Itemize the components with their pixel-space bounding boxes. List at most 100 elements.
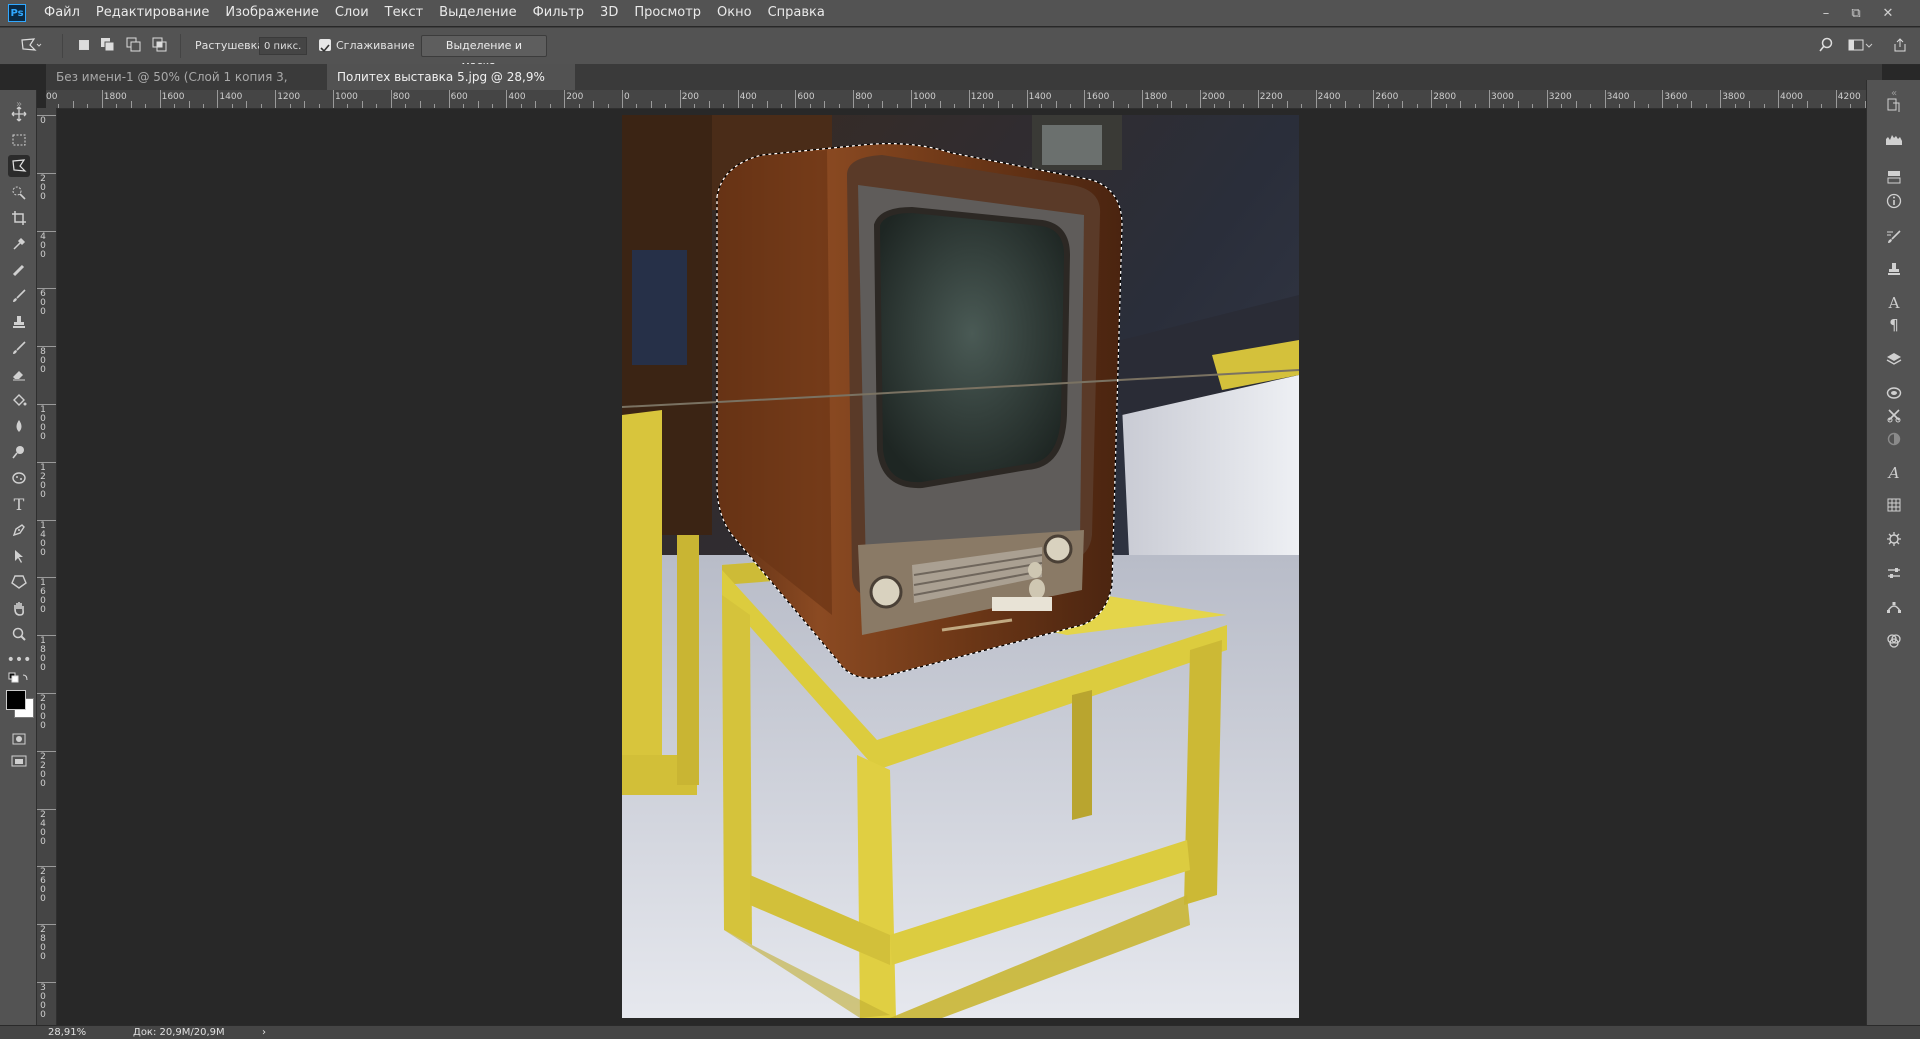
search-icon[interactable] bbox=[1818, 37, 1834, 53]
ruler-label: 600 bbox=[450, 92, 468, 102]
status-menu-arrow[interactable]: › bbox=[262, 1026, 266, 1039]
quick-selection-tool-icon[interactable] bbox=[8, 181, 30, 203]
color-panel-icon[interactable] bbox=[1883, 630, 1905, 652]
crop-tool-icon[interactable] bbox=[8, 207, 30, 229]
foreground-color-swatch[interactable] bbox=[6, 690, 26, 710]
tool-presets-icon[interactable] bbox=[1883, 404, 1905, 426]
ruler-minor-tick bbox=[318, 104, 320, 108]
eraser-tool-icon[interactable] bbox=[8, 363, 30, 385]
zoom-tool-icon[interactable] bbox=[8, 623, 30, 645]
ruler-label: 1400 bbox=[1028, 92, 1052, 102]
table-panel-icon[interactable] bbox=[1883, 494, 1905, 516]
sponge-tool-icon[interactable] bbox=[8, 467, 30, 489]
subtract-from-selection-icon[interactable] bbox=[126, 37, 142, 53]
ruler-tick bbox=[101, 90, 103, 108]
blur-tool-icon[interactable] bbox=[8, 415, 30, 437]
intersect-selection-icon[interactable] bbox=[152, 37, 168, 53]
ruler-minor-tick bbox=[1330, 104, 1332, 108]
right-panel-dock: « A ¶ A bbox=[1866, 80, 1920, 1025]
menu-view[interactable]: Просмотр bbox=[626, 0, 709, 26]
menu-select[interactable]: Выделение bbox=[431, 0, 524, 26]
ruler-horizontal[interactable]: 00 1800 1600 1400 1200 1000 800 600 400 200 0 200 40… bbox=[46, 90, 1882, 109]
ruler-minor-tick bbox=[188, 101, 190, 108]
ruler-minor-tick bbox=[376, 104, 378, 108]
shape-tool-icon[interactable] bbox=[8, 571, 30, 593]
clone-source-icon[interactable] bbox=[1883, 258, 1905, 280]
ruler-vertical[interactable]: 0 200 400 600 800 1000 1200 1400 1600 1800 2000 220… bbox=[36, 108, 57, 1025]
ruler-minor-tick bbox=[1763, 104, 1765, 108]
menu-layers[interactable]: Слои bbox=[327, 0, 377, 26]
ruler-tick bbox=[564, 90, 566, 108]
dodge-tool-icon[interactable] bbox=[8, 441, 30, 463]
ruler-label: 2200 bbox=[40, 751, 46, 789]
add-to-selection-icon[interactable] bbox=[100, 37, 116, 53]
menu-filter[interactable]: Фильтр bbox=[525, 0, 592, 26]
ruler-tick bbox=[36, 982, 56, 983]
restore-button[interactable]: ⧉ bbox=[1842, 0, 1870, 26]
photoshop-logo[interactable]: Ps bbox=[8, 4, 26, 22]
menu-bar: Ps Файл Редактирование Изображение Слои … bbox=[0, 0, 1920, 26]
tab-untitled[interactable]: Без имени-1 @ 50% (Слой 1 копия 3, RGB/8… bbox=[46, 64, 326, 110]
paint-bucket-tool-icon[interactable] bbox=[8, 389, 30, 411]
menu-window[interactable]: Окно bbox=[709, 0, 760, 26]
menu-help[interactable]: Справка bbox=[760, 0, 833, 26]
minimize-button[interactable]: – bbox=[1812, 0, 1840, 26]
zoom-level[interactable]: 28,91% bbox=[48, 1026, 86, 1039]
libraries-panel-icon[interactable] bbox=[1883, 382, 1905, 404]
brush-settings-icon[interactable] bbox=[1883, 226, 1905, 248]
ruler-minor-tick bbox=[1402, 101, 1404, 108]
history-panel-icon[interactable] bbox=[1883, 94, 1905, 116]
lasso-tool-icon[interactable] bbox=[8, 155, 30, 177]
select-and-mask-button[interactable]: Выделение и маска... bbox=[421, 35, 547, 72]
brush-tool-icon[interactable] bbox=[8, 285, 30, 307]
character-panel-icon[interactable]: A bbox=[1883, 292, 1905, 314]
clone-stamp-tool-icon[interactable] bbox=[8, 311, 30, 333]
glyphs-panel-icon[interactable]: A bbox=[1883, 462, 1905, 484]
layers-panel-icon[interactable] bbox=[1883, 348, 1905, 370]
ruler-tick bbox=[1026, 90, 1028, 108]
new-selection-icon[interactable] bbox=[76, 37, 92, 53]
screen-mode-icon[interactable] bbox=[8, 750, 30, 772]
pen-tool-icon[interactable] bbox=[8, 519, 30, 541]
ruler-label: 1000 bbox=[913, 92, 936, 102]
menu-file[interactable]: Файл bbox=[36, 0, 88, 26]
hand-tool-icon[interactable] bbox=[8, 597, 30, 619]
eyedropper-tool-icon[interactable] bbox=[8, 233, 30, 255]
ruler-tick bbox=[968, 90, 970, 108]
history-brush-tool-icon[interactable] bbox=[8, 337, 30, 359]
share-icon[interactable] bbox=[1892, 37, 1908, 53]
ruler-label: 4200 bbox=[1837, 92, 1861, 102]
menu-edit[interactable]: Редактирование bbox=[88, 0, 217, 26]
type-tool-icon[interactable]: T bbox=[8, 493, 30, 515]
histogram-panel-icon[interactable] bbox=[1883, 128, 1905, 150]
ruler-minor-tick bbox=[1460, 101, 1462, 108]
document-canvas[interactable] bbox=[622, 115, 1299, 1018]
paragraph-panel-icon[interactable]: ¶ bbox=[1883, 314, 1905, 336]
healing-brush-tool-icon[interactable] bbox=[8, 259, 30, 281]
feather-input[interactable]: 0 пикс. bbox=[259, 37, 307, 55]
ruler-tick bbox=[1084, 90, 1086, 108]
antialias-checkbox[interactable] bbox=[319, 39, 331, 53]
feather-label: Растушевка: bbox=[195, 39, 268, 52]
menu-type[interactable]: Текст bbox=[377, 0, 432, 26]
info-panel-icon[interactable] bbox=[1883, 190, 1905, 212]
polygonal-lasso-icon[interactable] bbox=[20, 37, 42, 53]
more-tools-icon[interactable]: ••• bbox=[7, 649, 32, 671]
channels-panel-icon[interactable] bbox=[1883, 166, 1905, 188]
ruler-label: 2600 bbox=[1375, 92, 1399, 102]
move-tool-icon[interactable] bbox=[8, 103, 30, 125]
marquee-tool-icon[interactable] bbox=[8, 129, 30, 151]
quick-mask-icon[interactable] bbox=[8, 728, 30, 750]
workspace-icon[interactable] bbox=[1848, 37, 1874, 53]
tab-polytech[interactable]: Политех выставка 5.jpg @ 28,9% (RGB/8) *… bbox=[327, 64, 575, 110]
navigator-panel-icon[interactable] bbox=[1883, 528, 1905, 550]
menu-3d[interactable]: 3D bbox=[592, 0, 626, 26]
menu-image[interactable]: Изображение bbox=[217, 0, 326, 26]
path-selection-tool-icon[interactable] bbox=[8, 545, 30, 567]
ruler-minor-tick bbox=[361, 101, 363, 108]
properties-panel-icon[interactable] bbox=[1883, 562, 1905, 584]
close-window-button[interactable]: ✕ bbox=[1874, 0, 1902, 26]
default-colors-icon[interactable] bbox=[8, 672, 30, 686]
ruler-label: 1200 bbox=[970, 92, 994, 102]
paths-panel-icon[interactable] bbox=[1883, 596, 1905, 618]
